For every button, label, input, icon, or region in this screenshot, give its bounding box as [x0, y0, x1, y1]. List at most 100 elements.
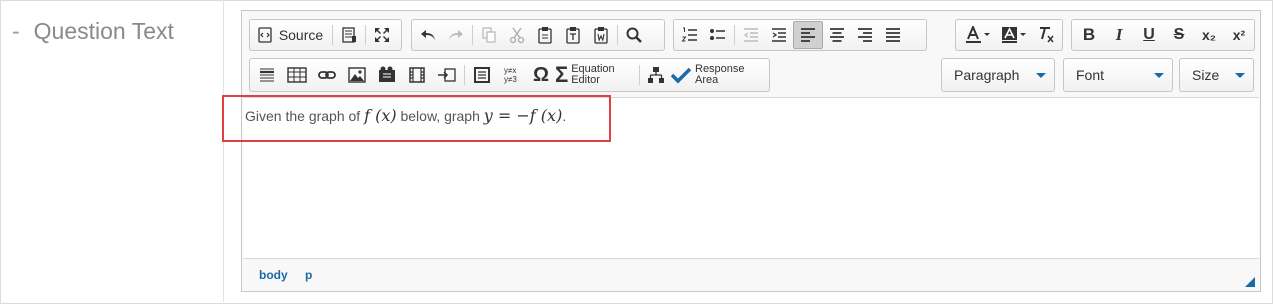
maximize-button[interactable] [368, 21, 396, 49]
align-right-button[interactable] [851, 21, 879, 49]
chevron-down-icon [1154, 72, 1164, 78]
insert-file-button[interactable] [432, 61, 462, 89]
source-label: Source [278, 27, 324, 43]
paragraph-format-select[interactable]: Paragraph [941, 58, 1055, 92]
response-area-button[interactable]: Response Area [670, 61, 760, 89]
align-left-button[interactable] [793, 21, 823, 49]
source-icon [258, 27, 272, 43]
copy-button[interactable] [475, 21, 503, 49]
sitemap-icon [648, 67, 664, 83]
source-button[interactable]: Source [250, 21, 330, 49]
link-button[interactable] [312, 61, 342, 89]
justify-button[interactable] [879, 21, 907, 49]
font-select[interactable]: Font [1063, 58, 1173, 92]
text-box-icon [474, 67, 490, 83]
question-text-title: Question Text [33, 18, 174, 44]
separator [464, 65, 465, 85]
cut-icon [509, 27, 525, 44]
image-icon [348, 67, 366, 83]
underline-button[interactable]: U [1134, 21, 1164, 49]
indent-button[interactable] [765, 21, 793, 49]
separator [365, 25, 366, 45]
preview-icon [342, 27, 356, 43]
text-color-button[interactable] [960, 21, 996, 49]
find-button[interactable] [620, 21, 648, 49]
video-button[interactable] [402, 61, 432, 89]
separator [472, 25, 473, 45]
paste-word-icon [594, 27, 608, 44]
maximize-icon [375, 28, 389, 42]
horizontal-line-icon [260, 68, 274, 82]
highlight-box [222, 95, 611, 142]
horizontal-line-button[interactable] [252, 61, 282, 89]
align-center-button[interactable] [823, 21, 851, 49]
bold-button[interactable]: B [1074, 21, 1104, 49]
align-right-icon [858, 28, 872, 42]
table-icon [287, 67, 307, 83]
italic-button[interactable]: I [1104, 21, 1134, 49]
chevron-down-icon [1235, 72, 1245, 78]
insert-file-icon [438, 68, 456, 82]
cut-button[interactable] [503, 21, 531, 49]
toolbar-group-basic-styles: B I U S x₂ x² [1071, 19, 1255, 51]
strikethrough-button[interactable]: S [1164, 21, 1194, 49]
expression-button[interactable]: y≠x y≠3 [497, 61, 527, 89]
separator [639, 65, 640, 85]
paste-text-icon [566, 27, 580, 44]
redo-button[interactable] [442, 21, 470, 49]
bulleted-list-button[interactable] [704, 21, 732, 49]
copy-icon [482, 27, 496, 43]
collapse-dash[interactable]: - [12, 18, 20, 45]
image-button[interactable] [342, 61, 372, 89]
hierarchy-button[interactable] [642, 61, 670, 89]
paste-button[interactable] [531, 21, 559, 49]
equation-editor-button[interactable]: Σ Equation Editor [555, 61, 637, 89]
preview-button[interactable] [335, 21, 363, 49]
toolbar-group-document: Source [249, 19, 402, 51]
indent-icon [772, 28, 786, 42]
rich-text-editor: Source B I U S x₂ x² y≠x y≠3 Ω Σ Equatio… [241, 10, 1261, 292]
align-left-icon [801, 28, 815, 42]
background-color-button[interactable] [996, 21, 1032, 49]
toolbar-group-paragraph [673, 19, 927, 51]
response-area-label-line2: Area [695, 74, 719, 86]
search-icon [626, 27, 642, 43]
table-button[interactable] [282, 61, 312, 89]
bulleted-list-icon [710, 29, 725, 40]
subscript-button[interactable]: x₂ [1194, 21, 1224, 49]
separator [734, 25, 735, 45]
resize-handle-icon[interactable] [1245, 277, 1255, 287]
numbered-list-icon [681, 27, 697, 42]
media-icon [379, 66, 395, 82]
align-center-icon [830, 28, 844, 42]
paragraph-format-value: Paragraph [954, 67, 1020, 83]
font-size-select[interactable]: Size [1179, 58, 1254, 92]
question-text-label: - Question Text [12, 18, 174, 45]
equation-editor-label-line2: Editor [571, 74, 600, 86]
toolbar-group-colors [955, 19, 1063, 51]
path-body[interactable]: body [259, 268, 288, 282]
redo-icon [449, 30, 463, 40]
justify-icon [886, 28, 900, 42]
toolbar-group-insert: y≠x y≠3 Ω Σ Equation Editor Response Area [249, 58, 770, 92]
outdent-button[interactable] [737, 21, 765, 49]
undo-icon [421, 30, 435, 40]
superscript-button[interactable]: x² [1224, 21, 1254, 49]
film-icon [409, 67, 425, 83]
link-icon [318, 71, 336, 79]
paste-text-button[interactable] [559, 21, 587, 49]
text-box-button[interactable] [467, 61, 497, 89]
text-color-icon [966, 26, 990, 43]
media-button[interactable] [372, 61, 402, 89]
column-divider [223, 0, 224, 302]
undo-button[interactable] [414, 21, 442, 49]
outdent-icon [743, 28, 758, 42]
special-character-button[interactable]: Ω [527, 61, 555, 89]
path-p[interactable]: p [305, 268, 312, 282]
remove-format-button[interactable] [1032, 21, 1060, 49]
font-value: Font [1076, 67, 1105, 83]
paste-icon [538, 27, 552, 44]
numbered-list-button[interactable] [676, 21, 704, 49]
paste-word-button[interactable] [587, 21, 615, 49]
chevron-down-icon [1036, 72, 1046, 78]
